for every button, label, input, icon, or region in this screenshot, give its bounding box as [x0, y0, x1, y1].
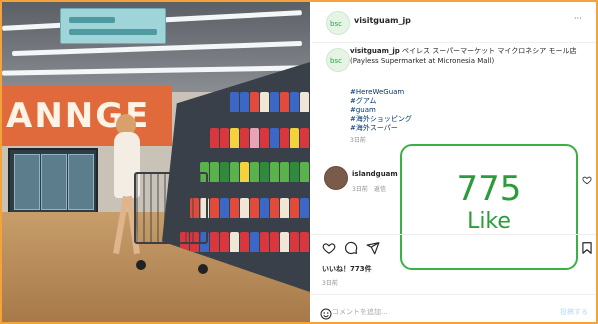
account-avatar[interactable]: bsc	[326, 11, 350, 35]
hashtag-link[interactable]: #グアム	[350, 97, 412, 106]
instagram-post-frame: ANNGE bsc visitguam_jp ··· bsc visitguam…	[2, 2, 596, 322]
post-timestamp: 3日前	[322, 280, 338, 287]
comment-icon[interactable]	[344, 240, 358, 255]
comment-heart-icon[interactable]	[582, 170, 592, 185]
like-count-overlay: 775 Like	[400, 144, 578, 270]
comment-input[interactable]: コメントを追加...	[332, 307, 388, 317]
overlay-like-count: 775	[456, 169, 522, 209]
hashtag-link[interactable]: #海外スーパー	[350, 124, 412, 133]
account-name[interactable]: visitguam_jp	[354, 16, 411, 25]
hashtag-link[interactable]: #海外ショッピング	[350, 115, 412, 124]
refrigerator	[8, 148, 98, 216]
hashtag-list: #HereWeGuam #グアム #guam #海外ショッピング #海外スーパー…	[350, 88, 412, 145]
heart-icon[interactable]	[322, 240, 336, 254]
share-icon[interactable]	[366, 240, 380, 255]
post-header: bsc visitguam_jp ···	[312, 2, 596, 42]
hashtag-link[interactable]: #guam	[350, 106, 412, 115]
header-divider	[312, 42, 596, 43]
more-options-icon[interactable]: ···	[574, 14, 582, 23]
post-comment-button[interactable]: 投稿する	[560, 307, 588, 317]
commenter-avatar[interactable]	[324, 166, 348, 190]
comment-timestamp: 3日前	[352, 186, 368, 193]
emoji-icon[interactable]	[320, 305, 332, 320]
svg-text:bsc: bsc	[330, 57, 342, 65]
svg-text:bsc: bsc	[330, 20, 342, 28]
aisle-sign	[60, 8, 166, 44]
overlay-like-label: Like	[467, 209, 511, 234]
bookmark-icon[interactable]	[580, 240, 594, 254]
shopping-cart	[134, 172, 208, 244]
actions-divider	[312, 234, 596, 235]
cart-wheel	[198, 264, 208, 274]
caption-avatar[interactable]: bsc	[326, 48, 350, 72]
likes-count[interactable]: いいね！773件	[322, 264, 372, 274]
caption-timestamp: 3日前	[350, 137, 366, 144]
commenter-name[interactable]: islandguam	[352, 170, 398, 178]
post-photo[interactable]: ANNGE	[2, 2, 310, 322]
post-caption: visitguam_jp ペイレス スーパーマーケット マイクロネシア モール店…	[350, 46, 586, 66]
hashtag-link[interactable]: #HereWeGuam	[350, 88, 412, 97]
cart-wheel	[136, 260, 146, 270]
comment-divider	[312, 294, 596, 295]
reply-link[interactable]: 返信	[374, 184, 386, 193]
caption-username[interactable]: visitguam_jp	[350, 47, 400, 55]
